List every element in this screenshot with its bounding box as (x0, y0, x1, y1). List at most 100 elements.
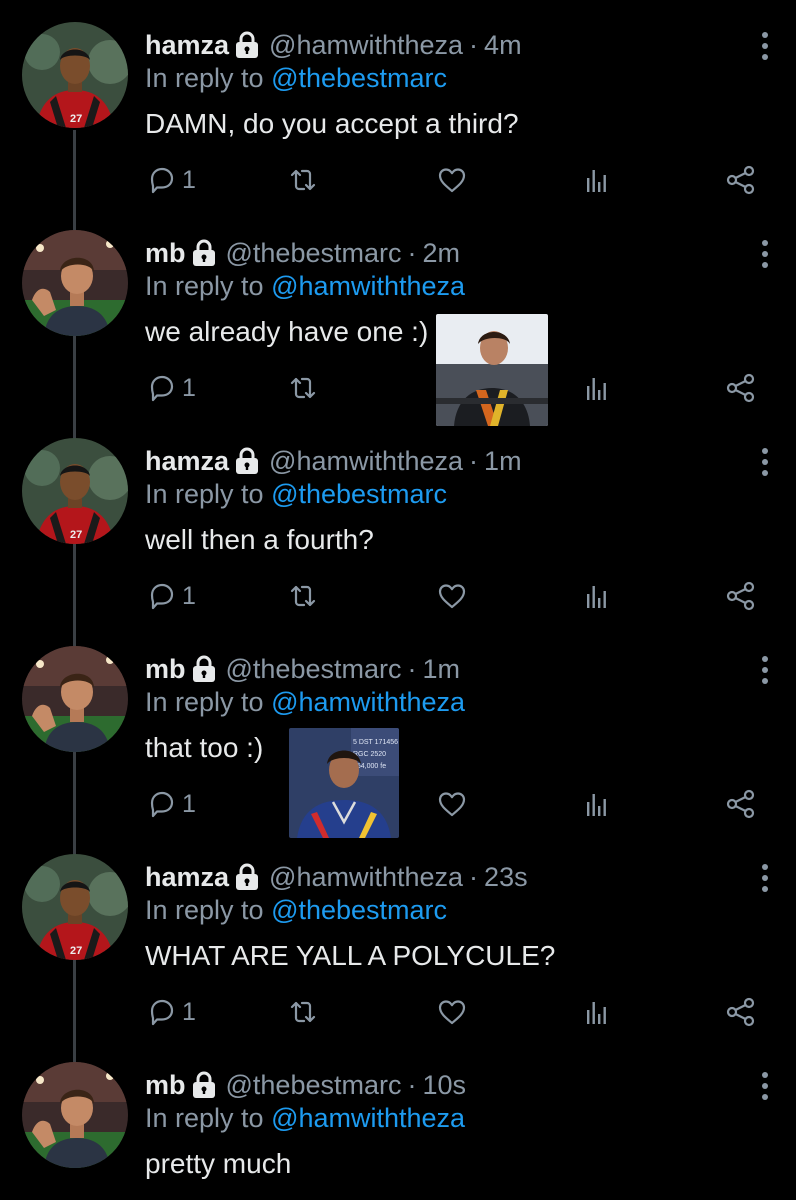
analytics-button[interactable] (580, 996, 612, 1028)
share-button[interactable] (725, 788, 757, 820)
username[interactable]: @hamwiththeza (269, 30, 463, 61)
reply-icon (146, 996, 178, 1028)
avatar[interactable] (22, 22, 128, 128)
username[interactable]: @hamwiththeza (269, 446, 463, 477)
tweet-header: mb @thebestmarc · 10s (145, 1067, 466, 1103)
retweet-icon (287, 372, 319, 404)
more-options-button[interactable] (759, 862, 771, 894)
reply-count: 1 (182, 789, 196, 818)
like-button[interactable] (436, 580, 468, 612)
reply-mention[interactable]: @hamwiththeza (271, 1103, 465, 1133)
tweet[interactable]: mb @thebestmarc · 10s In reply to @hamwi… (0, 1040, 796, 1200)
like-icon (436, 164, 468, 196)
tweet[interactable]: mb @thebestmarc · 2m In reply to @hamwit… (0, 208, 796, 416)
action-bar: 1 (0, 764, 796, 812)
reply-prefix: In reply to (145, 271, 264, 301)
more-options-button[interactable] (759, 446, 771, 478)
avatar[interactable] (22, 854, 128, 960)
username[interactable]: @thebestmarc (226, 1070, 402, 1101)
username[interactable]: @thebestmarc (226, 654, 402, 685)
more-options-button[interactable] (759, 654, 771, 686)
share-button[interactable] (725, 996, 757, 1028)
like-button[interactable] (436, 788, 468, 820)
reply-context: In reply to @thebestmarc (145, 63, 447, 94)
reply-mention[interactable]: @hamwiththeza (271, 271, 465, 301)
display-name[interactable]: hamza (145, 446, 229, 477)
reply-icon (146, 788, 178, 820)
display-name[interactable]: hamza (145, 862, 229, 893)
avatar[interactable] (22, 646, 128, 752)
like-button[interactable] (436, 996, 468, 1028)
lock-icon (233, 447, 261, 475)
avatar[interactable] (22, 230, 128, 336)
tweet-header: hamza @hamwiththeza · 1m (145, 443, 522, 479)
retweet-button[interactable] (287, 996, 319, 1028)
share-button[interactable] (725, 164, 757, 196)
reply-prefix: In reply to (145, 895, 264, 925)
share-icon (725, 788, 757, 820)
timestamp[interactable]: 1m (422, 654, 460, 685)
like-icon (436, 788, 468, 820)
tweet[interactable]: hamza @hamwiththeza · 4m In reply to @th… (0, 0, 796, 208)
tweet-text: we already have one :) (145, 316, 429, 347)
timestamp[interactable]: 1m (484, 446, 522, 477)
reply-button[interactable]: 1 (146, 788, 196, 820)
analytics-button[interactable] (580, 372, 612, 404)
more-vertical-icon (759, 654, 771, 686)
tweet[interactable]: hamza @hamwiththeza · 23s In reply to @t… (0, 832, 796, 1040)
reply-mention[interactable]: @thebestmarc (271, 63, 447, 93)
tweet-header: mb @thebestmarc · 1m (145, 651, 460, 687)
retweet-button[interactable] (287, 580, 319, 612)
lock-icon (190, 239, 218, 267)
tweet-text: well then a fourth? (145, 524, 374, 555)
share-button[interactable] (725, 580, 757, 612)
username[interactable]: @hamwiththeza (269, 862, 463, 893)
reply-button[interactable]: 1 (146, 580, 196, 612)
reply-mention[interactable]: @hamwiththeza (271, 687, 465, 717)
mb-avatar (22, 646, 128, 752)
retweet-button[interactable] (287, 164, 319, 196)
avatar[interactable] (22, 1062, 128, 1168)
retweet-button[interactable] (287, 372, 319, 404)
reply-mention[interactable]: @thebestmarc (271, 895, 447, 925)
analytics-icon (580, 164, 612, 196)
separator: · (469, 29, 479, 60)
timestamp[interactable]: 10s (422, 1070, 466, 1101)
reply-count: 1 (182, 581, 196, 610)
reply-mention[interactable]: @thebestmarc (271, 479, 447, 509)
analytics-button[interactable] (580, 580, 612, 612)
more-options-button[interactable] (759, 238, 771, 270)
more-vertical-icon (759, 30, 771, 62)
hamza-avatar (22, 438, 128, 544)
display-name[interactable]: mb (145, 238, 186, 269)
username[interactable]: @thebestmarc (226, 238, 402, 269)
share-icon (725, 580, 757, 612)
timestamp[interactable]: 2m (422, 238, 460, 269)
lock-icon (233, 863, 261, 891)
analytics-button[interactable] (580, 164, 612, 196)
reply-button[interactable]: 1 (146, 372, 196, 404)
tweet-header: hamza @hamwiththeza · 4m (145, 27, 522, 63)
more-options-button[interactable] (759, 30, 771, 62)
like-button[interactable] (436, 164, 468, 196)
display-name[interactable]: mb (145, 1070, 186, 1101)
analytics-icon (580, 580, 612, 612)
timestamp[interactable]: 23s (484, 862, 528, 893)
tweet[interactable]: hamza @hamwiththeza · 1m In reply to @th… (0, 416, 796, 624)
mb-avatar (22, 1062, 128, 1168)
reply-button[interactable]: 1 (146, 164, 196, 196)
tweet[interactable]: mb @thebestmarc · 1m In reply to @hamwit… (0, 624, 796, 832)
more-vertical-icon (759, 238, 771, 270)
separator: · (407, 1069, 417, 1100)
timestamp[interactable]: 4m (484, 30, 522, 61)
more-options-button[interactable] (759, 1070, 771, 1102)
share-button[interactable] (725, 372, 757, 404)
separator: · (469, 445, 479, 476)
avatar[interactable] (22, 438, 128, 544)
analytics-button[interactable] (580, 788, 612, 820)
reply-button[interactable]: 1 (146, 996, 196, 1028)
reply-icon (146, 580, 178, 612)
display-name[interactable]: hamza (145, 30, 229, 61)
tweet-header: mb @thebestmarc · 2m (145, 235, 460, 271)
display-name[interactable]: mb (145, 654, 186, 685)
